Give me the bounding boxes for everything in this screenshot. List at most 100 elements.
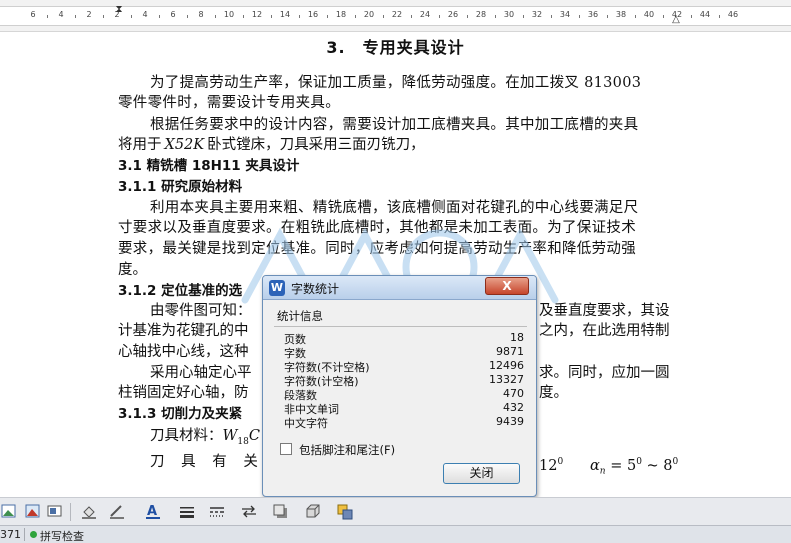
ruler-tick — [411, 15, 412, 18]
stat-value: 9871 — [496, 345, 524, 358]
ruler-tick — [523, 15, 524, 18]
include-footnotes-checkbox[interactable] — [280, 443, 292, 455]
stat-row-chars-with-spaces: 字符数(计空格) 13327 — [284, 373, 524, 388]
dialog-close-icon[interactable]: X — [485, 277, 529, 295]
math-superscript: 0 — [557, 457, 564, 467]
paragraph-line: 之内，在此选用特制 — [539, 323, 670, 339]
line-color-icon[interactable] — [108, 503, 126, 520]
text-run: 将用于 — [118, 137, 162, 153]
ruler-tick — [691, 15, 692, 18]
ruler-label: 4 — [142, 10, 148, 19]
statistics-group-label: 统计信息 — [277, 309, 323, 323]
stat-row-chinese-chars: 中文字符 9439 — [284, 415, 524, 430]
arrange-icon[interactable] — [336, 503, 354, 520]
ruler-tick — [383, 15, 384, 18]
machine-model: X52K — [164, 137, 205, 153]
stat-value: 9439 — [496, 415, 524, 428]
ruler-tick — [607, 15, 608, 18]
stat-value: 432 — [503, 401, 524, 414]
statistics-group: 统计信息 页数 18 字数 9871 字符数(不计空格) 12496 字符数(计… — [274, 309, 527, 434]
ruler-label: 16 — [307, 10, 319, 19]
3d-style-icon[interactable] — [304, 503, 322, 520]
arrow-style-icon[interactable] — [240, 503, 258, 520]
ruler-label: 34 — [559, 10, 571, 19]
stat-row-words: 字数 9871 — [284, 345, 524, 360]
ruler-tick — [579, 15, 580, 18]
ruler-tick — [47, 15, 48, 18]
right-indent-marker-icon[interactable]: △ — [672, 14, 680, 25]
math-superscript: 0 — [672, 457, 679, 467]
ruler-label: 14 — [279, 10, 291, 19]
text-run: 刀具材料： — [150, 428, 223, 444]
paragraph-line: 及垂直度要求，其设 — [539, 303, 670, 319]
drawing-toolbar: A — [0, 497, 791, 525]
heading-3-1-1: 3.1.1 研究原始材料 — [118, 179, 243, 195]
section-title: 3. 专用夹具设计 — [326, 38, 465, 57]
spell-check-status-icon — [30, 531, 37, 538]
ruler-label: 18 — [335, 10, 347, 19]
ruler-tick — [355, 15, 356, 18]
ruler-label: 10 — [223, 10, 235, 19]
ruler-label: 36 — [587, 10, 599, 19]
insert-shape-icon[interactable] — [46, 503, 64, 520]
paragraph-line: 零件零件时，需要设计专用夹具。 — [118, 95, 340, 111]
ruler-label: 22 — [391, 10, 403, 19]
fill-color-icon[interactable] — [80, 503, 98, 520]
paragraph-line: 求。同时，应加一圆 — [539, 365, 670, 381]
status-separator — [24, 528, 25, 541]
ruler-label: 44 — [699, 10, 711, 19]
status-page-info[interactable]: 371 — [0, 528, 21, 541]
wps-writer-icon: W — [269, 280, 285, 296]
ruler-label: 2 — [86, 10, 92, 19]
paragraph-line: 采用心轴定心平 — [150, 365, 252, 381]
ruler-label: 6 — [170, 10, 176, 19]
include-footnotes-label[interactable]: 包括脚注和尾注(F) — [299, 442, 395, 458]
font-color-icon[interactable]: A — [144, 503, 162, 520]
paragraph-line: 柱销固定好心轴，防 — [118, 385, 249, 401]
paragraph-line: 度。 — [118, 262, 147, 278]
heading-3-1: 3.1 精铣槽 18H11 夹具设计 — [118, 158, 300, 174]
stat-value: 12496 — [489, 359, 524, 372]
paragraph-line: 寸要求以及垂直度要求。在粗铣此底槽时，其他都是未加工表面。为了保证技术 — [118, 220, 636, 236]
ruler-tick — [439, 15, 440, 18]
ruler-tick — [243, 15, 244, 18]
toolbar-separator — [70, 503, 71, 521]
insert-picture-icon[interactable] — [0, 503, 18, 520]
ruler-tick — [663, 15, 664, 18]
ruler-label: 32 — [531, 10, 543, 19]
ruler-tick — [75, 15, 76, 18]
paragraph-line: 计基准为花键孔的中 — [118, 323, 249, 339]
indent-marker-icon[interactable]: ⧗ — [115, 4, 122, 15]
stat-value: 18 — [510, 331, 524, 344]
ruler-tick — [467, 15, 468, 18]
line-style-icon[interactable] — [178, 503, 196, 520]
dash-style-icon[interactable] — [208, 503, 226, 520]
dialog-titlebar[interactable]: W 字数统计 X — [263, 276, 536, 300]
paragraph-line: 利用本夹具主要用来粗、精铣底槽，该底槽侧面对花键孔的中心线要满足尺 — [150, 200, 639, 216]
close-button[interactable]: 关闭 — [443, 463, 520, 484]
ruler-tick — [299, 15, 300, 18]
paragraph-line: 根据任务要求中的设计内容，需要设计加工底槽夹具。其中加工底槽的夹具 — [150, 117, 639, 133]
math-symbol: W — [222, 428, 238, 444]
heading-3-1-3: 3.1.3 切削力及夹紧 — [118, 406, 243, 422]
svg-text:A: A — [147, 504, 157, 519]
stat-row-chars-no-spaces: 字符数(不计空格) 12496 — [284, 359, 524, 374]
stat-label: 中文字符 — [284, 417, 328, 430]
ruler-label: 24 — [419, 10, 431, 19]
paragraph-line: 要求，最关键是找到定位基准。同时，应考虑如何提高劳动生产率和降低劳动强 — [118, 241, 636, 257]
stat-row-non-chinese-words: 非中文单词 432 — [284, 401, 524, 416]
ruler-label: 46 — [727, 10, 739, 19]
math-expression: 120 — [539, 453, 563, 475]
shadow-style-icon[interactable] — [272, 503, 290, 520]
word-count-dialog[interactable]: W 字数统计 X 统计信息 页数 18 字数 9871 字符数(不计空格) 12… — [262, 275, 537, 497]
horizontal-ruler[interactable]: 6 4 2 2 4 6 8 10 12 14 16 18 20 22 24 26 28 30 32 34 36 38 40 4… — [0, 0, 791, 32]
heading-3-1-2: 3.1.2 定位基准的选 — [118, 283, 243, 299]
status-bar: 371 拼写检查 — [0, 525, 791, 543]
insert-image-icon[interactable] — [24, 503, 42, 520]
math-subscript: 18 — [237, 436, 249, 447]
ruler-label: 40 — [643, 10, 655, 19]
text-run: 卧式镗床，刀具采用三面刃铣刀， — [207, 137, 425, 153]
paragraph-line: 将用于 X52K 卧式镗床，刀具采用三面刃铣刀， — [118, 136, 425, 154]
ruler-tick — [635, 15, 636, 18]
spell-check-toggle[interactable]: 拼写检查 — [40, 528, 84, 543]
